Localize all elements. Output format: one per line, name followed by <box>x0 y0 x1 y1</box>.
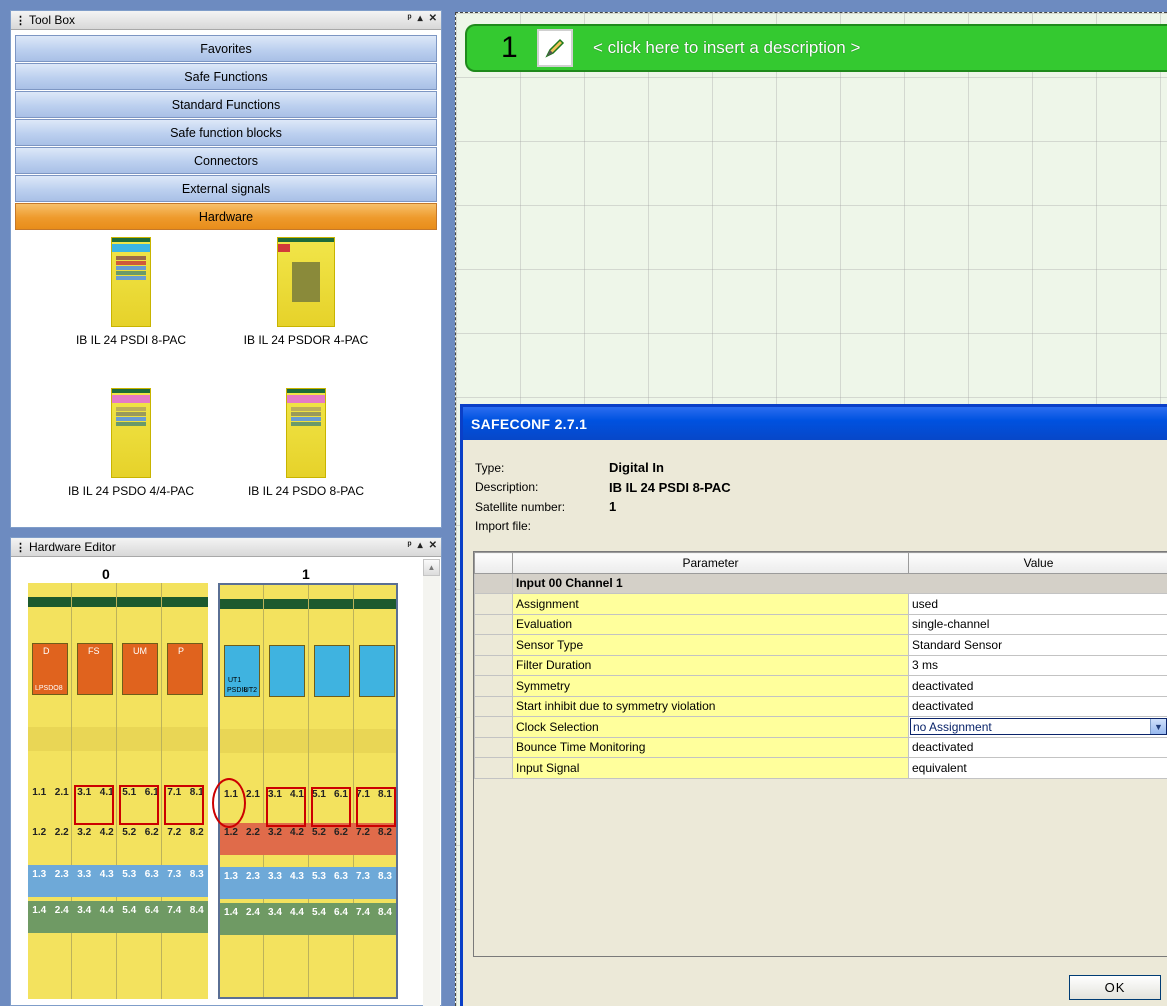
category-safe-functions[interactable]: Safe Functions <box>15 63 437 90</box>
table-row[interactable]: Input Signal equivalent <box>474 757 1167 779</box>
hw-item-psdo44[interactable]: IB IL 24 PSDO 4/4-PAC <box>46 388 216 498</box>
terminal-row-3: 1.3 2.3 3.3 4.3 5.3 6.3 7.3 8.3 <box>224 871 392 882</box>
table-row[interactable]: Evaluation single-channel <box>474 613 1167 635</box>
function-block: PSDI8 UT1 UT2 <box>224 645 260 697</box>
terminal-row-4: 1.4 2.4 3.4 4.4 5.4 6.4 7.4 8.4 <box>32 905 204 916</box>
table-row[interactable]: Assignment used <box>474 593 1167 615</box>
column-number-1: 1 <box>302 566 310 582</box>
hw-item-psdo8[interactable]: IB IL 24 PSDO 8-PAC <box>221 388 391 498</box>
chevron-down-icon[interactable]: ▼ <box>1150 719 1166 735</box>
function-block <box>359 645 395 697</box>
module-icon <box>286 388 326 478</box>
column-header-parameter[interactable]: Parameter <box>512 552 909 574</box>
sheet-header[interactable]: 1 < click here to insert a description > <box>465 24 1167 72</box>
column-header-value[interactable]: Value <box>908 552 1167 574</box>
table-row[interactable]: Filter Duration 3 ms <box>474 654 1167 676</box>
toolbox-titlebar[interactable]: ⋮ Tool Box ᵖ ▴ ✕ <box>11 11 441 30</box>
type-value: Digital In <box>609 460 664 475</box>
module-icon <box>111 388 151 478</box>
function-block: FS <box>77 643 113 695</box>
sheet-number: 1 <box>501 31 518 64</box>
category-safe-function-blocks[interactable]: Safe function blocks <box>15 119 437 146</box>
toolbox-panel: ⋮ Tool Box ᵖ ▴ ✕ Favorites Safe Function… <box>10 10 442 528</box>
lock-icon <box>311 787 351 827</box>
type-label: Type: <box>475 460 505 475</box>
terminal-row-2: 1.2 2.2 3.2 4.2 5.2 6.2 7.2 8.2 <box>224 827 392 838</box>
chevron-up-icon[interactable]: ▴ <box>418 13 423 24</box>
hw-item-label: IB IL 24 PSDI 8-PAC <box>75 333 187 347</box>
function-block <box>269 645 305 697</box>
description-label: Description: <box>475 480 539 494</box>
close-icon[interactable]: ✕ <box>429 13 437 24</box>
table-row[interactable]: Start inhibit due to symmetry violation d… <box>474 695 1167 717</box>
parameter-grid: Parameter Value Input 00 Channel 1 Assig… <box>473 551 1167 957</box>
hw-item-label: IB IL 24 PSDOR 4-PAC <box>243 333 369 347</box>
selected-terminal-highlight[interactable] <box>212 778 246 828</box>
module-icon <box>277 237 335 327</box>
hw-item-label: IB IL 24 PSDO 8-PAC <box>247 484 365 498</box>
function-block <box>314 645 350 697</box>
sheet-description[interactable]: < click here to insert a description > <box>593 38 860 58</box>
table-row[interactable]: Symmetry deactivated <box>474 675 1167 697</box>
category-external-signals[interactable]: External signals <box>15 175 437 202</box>
hw-item-psdi8[interactable]: IB IL 24 PSDI 8-PAC <box>46 237 216 347</box>
pin-icon[interactable]: ᵖ <box>408 540 412 551</box>
lock-icon <box>266 787 306 827</box>
satellite-label: Satellite number: <box>475 499 566 514</box>
rack-0[interactable]: D LPSDO8 FS UM P 1.1 2.1 3.1 4.1 5.1 6.1 7.1 8.1… <box>28 583 208 999</box>
rack-1[interactable]: PSDI8 UT1 UT2 1.1 2.1 3.1 4.1 5.1 6.1 7.1 8.1 1.2… <box>218 583 398 999</box>
grip-icon: ⋮ <box>15 541 26 554</box>
grip-icon: ⋮ <box>15 14 26 27</box>
lock-icon <box>74 785 114 825</box>
function-block: D LPSDO8 <box>32 643 68 695</box>
terminal-row-2: 1.2 2.2 3.2 4.2 5.2 6.2 7.2 8.2 <box>32 827 204 838</box>
pin-icon[interactable]: ᵖ <box>408 13 412 24</box>
lock-icon <box>164 785 204 825</box>
category-hardware[interactable]: Hardware <box>15 203 437 230</box>
clock-selection-dropdown[interactable]: no Assignment ▼ <box>910 718 1167 736</box>
category-standard-functions[interactable]: Standard Functions <box>15 91 437 118</box>
lock-icon <box>356 787 396 827</box>
hw-item-psdor4[interactable]: IB IL 24 PSDOR 4-PAC <box>221 237 391 347</box>
category-favorites[interactable]: Favorites <box>15 35 437 62</box>
terminal-row-4: 1.4 2.4 3.4 4.4 5.4 6.4 7.4 8.4 <box>224 907 392 918</box>
toolbox-title: Tool Box <box>29 13 76 27</box>
satellite-value: 1 <box>609 499 617 514</box>
terminal-row-3: 1.3 2.3 3.3 4.3 5.3 6.3 7.3 8.3 <box>32 869 204 880</box>
scroll-up-icon[interactable]: ▲ <box>423 559 440 576</box>
column-number-0: 0 <box>102 566 110 582</box>
properties-dialog: SAFECONF 2.7.1 Type: Digital In Descripti… <box>460 404 1167 1006</box>
table-row[interactable]: Clock Selection no Assignment ▼ <box>474 716 1167 738</box>
lock-icon <box>119 785 159 825</box>
module-icon <box>111 237 151 327</box>
function-block: P <box>167 643 203 695</box>
dialog-titlebar[interactable]: SAFECONF 2.7.1 <box>463 407 1167 440</box>
hardware-editor-title: Hardware Editor <box>29 540 116 554</box>
chevron-up-icon[interactable]: ▴ <box>418 540 423 551</box>
hardware-editor-scrollbar[interactable]: ▲ <box>423 559 440 1006</box>
hardware-editor-titlebar[interactable]: ⋮ Hardware Editor ᵖ ▴ ✕ <box>11 538 441 557</box>
import-file-label: Import file: <box>475 519 532 533</box>
function-block: UM <box>122 643 158 695</box>
table-row[interactable]: Bounce Time Monitoring deactivated <box>474 736 1167 758</box>
close-icon[interactable]: ✕ <box>429 540 437 551</box>
hw-item-label: IB IL 24 PSDO 4/4-PAC <box>67 484 195 498</box>
category-connectors[interactable]: Connectors <box>15 147 437 174</box>
ok-button[interactable]: OK <box>1069 975 1161 1000</box>
dialog-info: Type: Digital In Description: IB IL 24 PSD… <box>475 459 731 537</box>
table-row[interactable]: Sensor Type Standard Sensor <box>474 634 1167 656</box>
pencil-icon[interactable] <box>537 29 573 67</box>
description-value: IB IL 24 PSDI 8-PAC <box>609 479 731 495</box>
group-header[interactable]: Input 00 Channel 1 <box>512 572 1167 594</box>
